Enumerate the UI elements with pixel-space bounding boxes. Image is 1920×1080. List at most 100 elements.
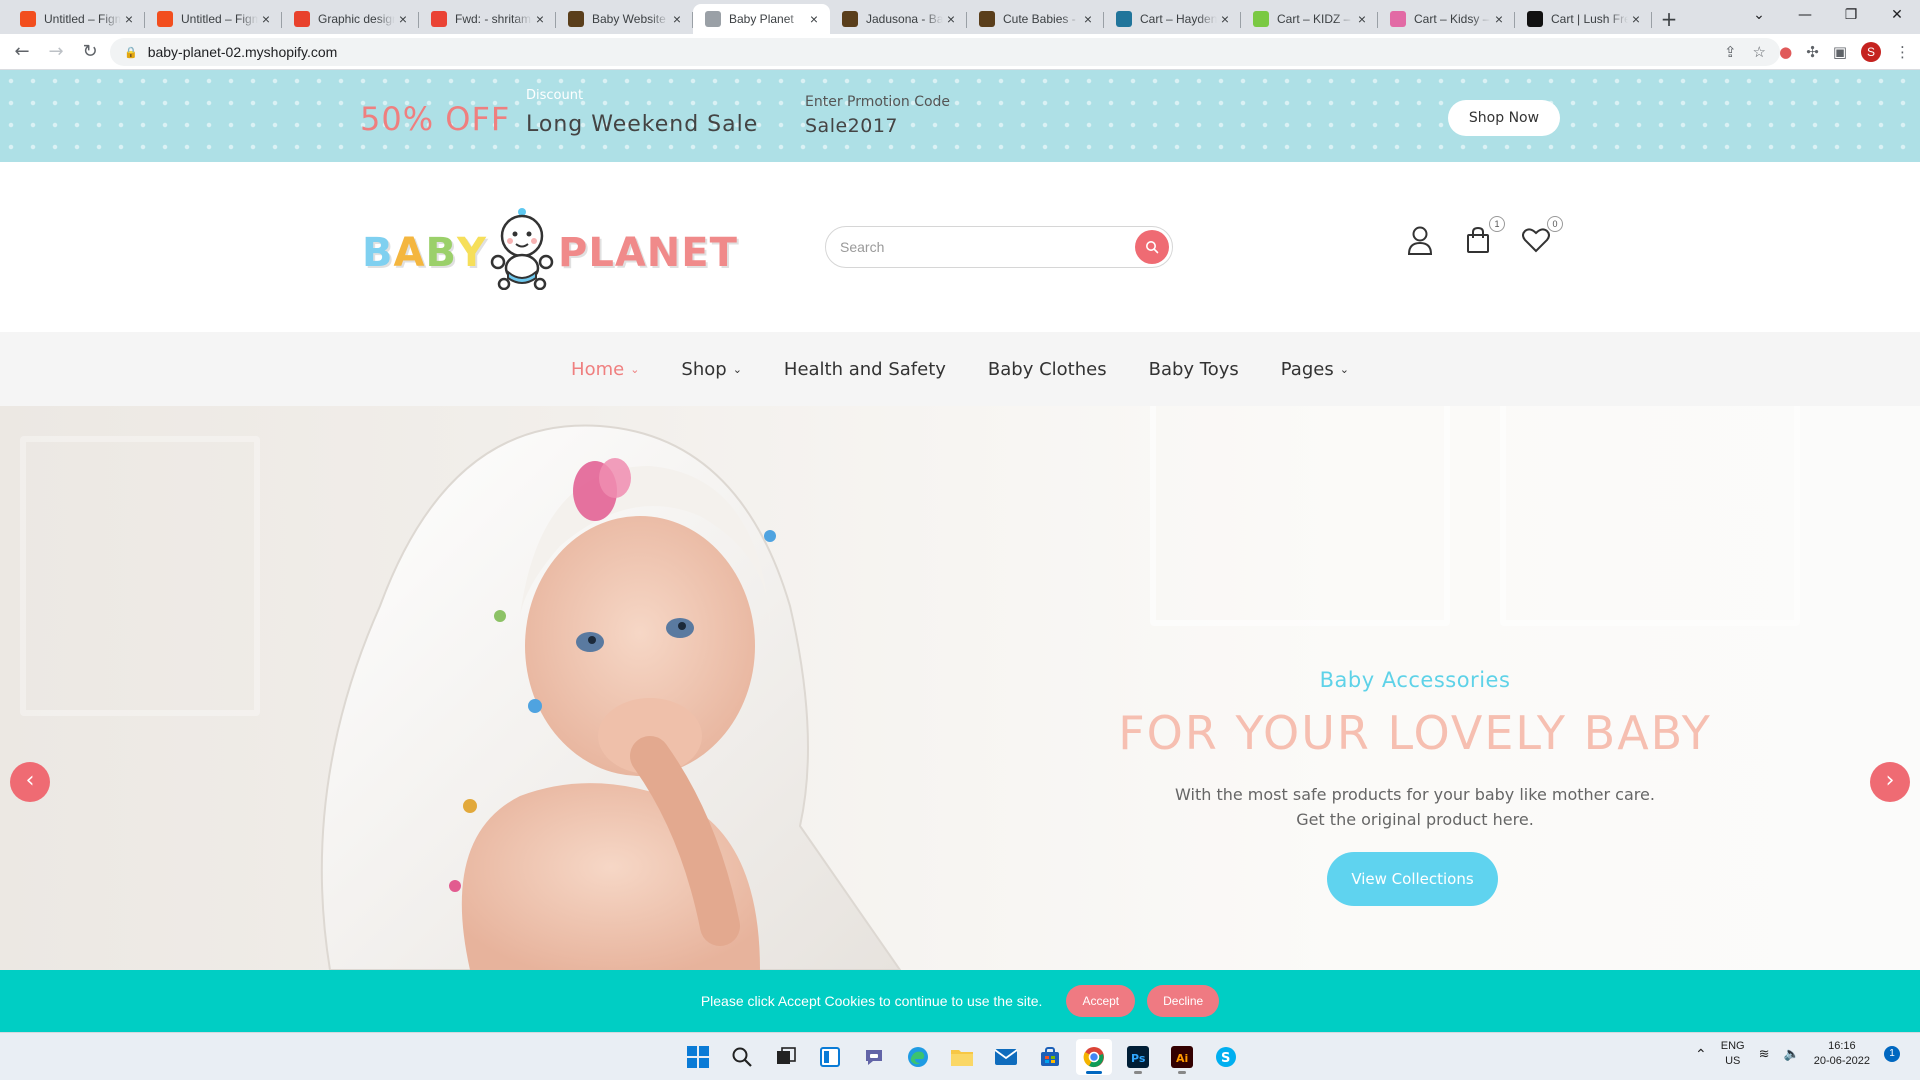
slider-next-button[interactable]: › <box>1870 762 1910 802</box>
nav-item-baby-clothes[interactable]: Baby Clothes <box>988 359 1107 380</box>
illustrator-button[interactable]: Ai <box>1164 1039 1200 1075</box>
tab-close-icon[interactable]: × <box>258 11 274 27</box>
wifi-icon[interactable]: ≋ <box>1759 1046 1770 1062</box>
clock[interactable]: 16:16 20-06-2022 <box>1814 1039 1870 1069</box>
taskbar-search-button[interactable] <box>724 1039 760 1075</box>
chrome-button[interactable] <box>1076 1039 1112 1075</box>
task-view-button[interactable] <box>768 1039 804 1075</box>
nav-item-label: Baby Clothes <box>987 358 1107 380</box>
tab-close-icon[interactable]: × <box>1628 11 1644 27</box>
region-code: US <box>1725 1055 1741 1067</box>
kidz-icon <box>1253 11 1269 27</box>
view-collections-button[interactable]: View Collections <box>1327 852 1498 906</box>
restore-button[interactable]: ❐ <box>1828 0 1874 30</box>
wishlist-count-badge: 0 <box>1547 216 1563 232</box>
language-indicator[interactable]: ENG US <box>1721 1039 1745 1069</box>
menu-kebab-icon[interactable]: ⋮ <box>1895 43 1910 61</box>
nav-item-shop[interactable]: Shop ⌄ <box>681 359 742 380</box>
shop-now-button[interactable]: Shop Now <box>1448 100 1560 136</box>
share-icon[interactable]: ⇪ <box>1724 43 1737 61</box>
skype-button[interactable]: S <box>1208 1039 1244 1075</box>
browser-tab[interactable]: Baby Website × <box>556 4 693 34</box>
profile-avatar[interactable]: S <box>1861 42 1881 62</box>
nav-item-label: Health and Safety <box>783 358 946 380</box>
decline-cookies-button[interactable]: Decline <box>1147 985 1220 1017</box>
user-icon <box>1407 226 1433 255</box>
store-button[interactable] <box>1032 1039 1068 1075</box>
browser-tab[interactable]: Untitled – Figma× <box>145 4 282 34</box>
bookmark-star-icon[interactable]: ☆ <box>1753 43 1766 61</box>
hero-subtitle: Baby Accessories <box>1319 668 1511 692</box>
url-field[interactable]: 🔒 baby-planet-02.myshopify.com ⇪ ☆ <box>110 38 1780 66</box>
nav-item-baby-toys[interactable]: Baby Toys <box>1149 359 1239 380</box>
widgets-icon <box>820 1047 840 1067</box>
browser-tab[interactable]: Cart – Kidsy – × <box>1378 4 1515 34</box>
side-panel-icon[interactable]: ▣ <box>1833 43 1847 61</box>
hero-description: With the most safe products for your bab… <box>1175 785 1655 829</box>
browser-tab[interactable]: Jadusona - Baby× <box>830 4 967 34</box>
cart-button[interactable]: 1 <box>1463 216 1505 258</box>
cart-count-badge: 1 <box>1489 216 1505 232</box>
back-arrow-icon[interactable]: ← <box>6 41 38 62</box>
reload-icon[interactable]: ↻ <box>74 41 106 62</box>
tab-close-icon[interactable]: × <box>532 11 548 27</box>
lock-icon[interactable]: 🔒 <box>124 46 138 59</box>
logo-word-planet: PLANET <box>558 230 738 276</box>
browser-tab[interactable]: Cart – Hayden × <box>1104 4 1241 34</box>
browser-tab[interactable]: Fwd: - shritama × <box>419 4 556 34</box>
forward-arrow-icon[interactable]: → <box>40 41 72 62</box>
widgets-button[interactable] <box>812 1039 848 1075</box>
photoshop-icon: Ps <box>1127 1046 1149 1068</box>
tab-close-icon[interactable]: × <box>1080 11 1096 27</box>
notification-badge[interactable]: 1 <box>1884 1046 1900 1062</box>
slider-prev-button[interactable]: ‹ <box>10 762 50 802</box>
browser-tab[interactable]: Cart | Lush Fre × <box>1515 4 1652 34</box>
accept-cookies-button[interactable]: Accept <box>1066 985 1136 1017</box>
promo-discount-label: Discount <box>526 88 584 103</box>
chevron-up-icon[interactable]: ⌃ <box>1695 1046 1707 1063</box>
search-button[interactable] <box>1135 230 1169 264</box>
tab-close-icon[interactable]: × <box>121 11 137 27</box>
nav-item-label: Baby Toys <box>1148 358 1239 380</box>
minimize-button[interactable]: — <box>1782 0 1828 30</box>
browser-tab[interactable]: Cart – KIDZ – × <box>1241 4 1378 34</box>
teams-chat-button[interactable] <box>856 1039 892 1075</box>
edge-button[interactable] <box>900 1039 936 1075</box>
tab-close-icon[interactable]: × <box>806 11 822 27</box>
site-logo[interactable]: BABY PLANET <box>362 202 742 292</box>
tab-close-icon[interactable]: × <box>943 11 959 27</box>
file-explorer-button[interactable] <box>944 1039 980 1075</box>
mail-button[interactable] <box>988 1039 1024 1075</box>
extensions-puzzle-icon[interactable]: ✣ <box>1806 43 1819 61</box>
chevron-left-icon: ‹ <box>25 768 35 793</box>
tab-close-icon[interactable]: × <box>1217 11 1233 27</box>
nav-item-health-and-safety[interactable]: Health and Safety <box>784 359 946 380</box>
svg-text:Ps: Ps <box>1131 1052 1146 1065</box>
browser-tab[interactable]: Baby Planet × <box>693 4 830 34</box>
account-button[interactable] <box>1405 222 1435 258</box>
browser-tab[interactable]: Untitled – Figma× <box>8 4 145 34</box>
99designs-icon <box>294 11 310 27</box>
tab-close-icon[interactable]: × <box>1354 11 1370 27</box>
tab-close-icon[interactable]: × <box>669 11 685 27</box>
photoshop-button[interactable]: Ps <box>1120 1039 1156 1075</box>
volume-muted-icon[interactable]: 🔈 <box>1784 1046 1800 1062</box>
start-button[interactable] <box>680 1039 716 1075</box>
nav-item-home[interactable]: Home ⌄ <box>571 359 639 380</box>
background-panel <box>1150 406 1450 626</box>
browser-tab[interactable]: Cute Babies - × <box>967 4 1104 34</box>
browser-tab[interactable]: Graphic designer× <box>282 4 419 34</box>
search-input[interactable] <box>840 237 1120 257</box>
tab-close-icon[interactable]: × <box>1491 11 1507 27</box>
close-window-button[interactable]: ✕ <box>1874 0 1920 30</box>
new-tab-button[interactable]: + <box>1652 4 1686 34</box>
tab-search-icon[interactable]: ⌄ <box>1736 0 1782 30</box>
extension-cluster-icon[interactable]: ● <box>1779 43 1792 61</box>
nav-item-pages[interactable]: Pages ⌄ <box>1281 359 1349 380</box>
wishlist-button[interactable]: 0 <box>1521 216 1563 258</box>
promo-code: Sale2017 <box>805 115 899 137</box>
tab-title: Cart | Lush Fre <box>1551 12 1628 26</box>
tab-title: Baby Planet <box>729 12 794 26</box>
tab-close-icon[interactable]: × <box>395 11 411 27</box>
hero-baby-photo <box>320 424 902 970</box>
